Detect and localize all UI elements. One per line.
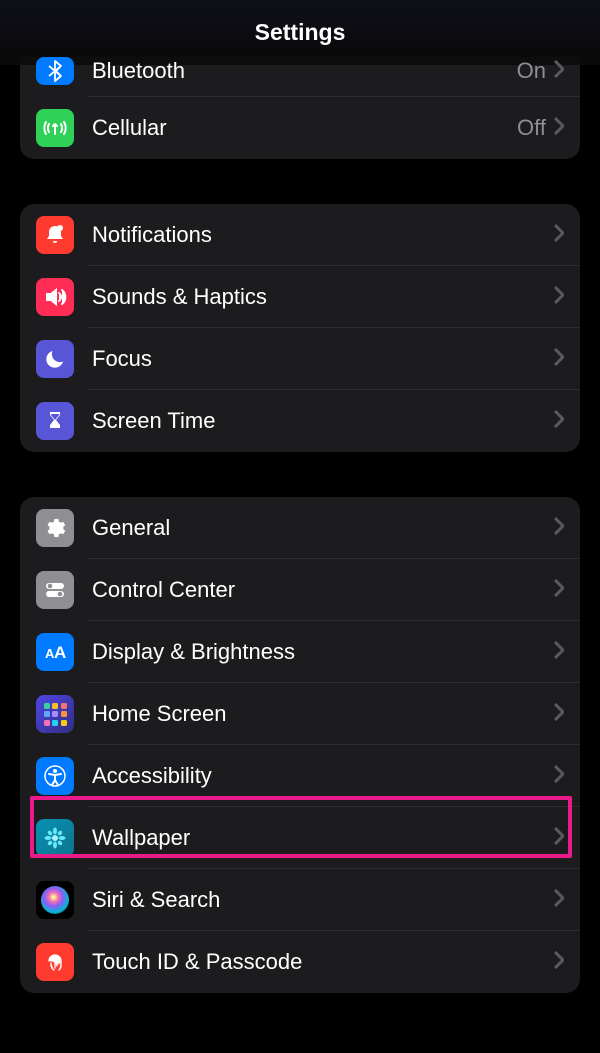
settings-header: Settings [0,0,600,65]
moon-icon [36,340,74,378]
home-grid-icon [36,695,74,733]
chevron-right-icon [554,117,564,139]
row-label: Notifications [92,222,554,248]
row-controlcenter[interactable]: Control Center [20,559,580,621]
chevron-right-icon [554,286,564,308]
row-label: Bluetooth [92,58,517,84]
row-touchid[interactable]: Touch ID & Passcode [20,931,580,993]
speaker-icon [36,278,74,316]
row-label: Cellular [92,115,517,141]
chevron-right-icon [554,579,564,601]
row-label: General [92,515,554,541]
chevron-right-icon [554,703,564,725]
fingerprint-icon [36,943,74,981]
svg-text:A: A [54,643,66,662]
row-wallpaper[interactable]: Wallpaper [20,807,580,869]
chevron-right-icon [554,765,564,787]
hourglass-icon [36,402,74,440]
settings-scroll[interactable]: Bluetooth On Cellular Off Notifications [0,57,600,993]
row-label: Accessibility [92,763,554,789]
row-label: Display & Brightness [92,639,554,665]
row-label: Siri & Search [92,887,554,913]
accessibility-icon [36,757,74,795]
bell-icon [36,216,74,254]
row-bluetooth[interactable]: Bluetooth On [20,57,580,97]
row-accessibility[interactable]: Accessibility [20,745,580,807]
chevron-right-icon [554,827,564,849]
cellular-icon [36,109,74,147]
row-siri[interactable]: Siri & Search [20,869,580,931]
row-focus[interactable]: Focus [20,328,580,390]
chevron-right-icon [554,517,564,539]
chevron-right-icon [554,348,564,370]
row-sounds[interactable]: Sounds & Haptics [20,266,580,328]
row-display[interactable]: AA Display & Brightness [20,621,580,683]
row-value: On [517,58,546,84]
chevron-right-icon [554,410,564,432]
row-label: Screen Time [92,408,554,434]
row-homescreen[interactable]: Home Screen [20,683,580,745]
section-general: General Control Center AA Display & Brig… [20,497,580,993]
row-label: Control Center [92,577,554,603]
chevron-right-icon [554,60,564,82]
chevron-right-icon [554,951,564,973]
row-label: Wallpaper [92,825,554,851]
text-size-icon: AA [36,633,74,671]
row-label: Focus [92,346,554,372]
wallpaper-icon [36,819,74,857]
row-cellular[interactable]: Cellular Off [20,97,580,159]
row-label: Touch ID & Passcode [92,949,554,975]
gear-icon [36,509,74,547]
chevron-right-icon [554,889,564,911]
row-value: Off [517,115,546,141]
row-notifications[interactable]: Notifications [20,204,580,266]
toggles-icon [36,571,74,609]
row-general[interactable]: General [20,497,580,559]
chevron-right-icon [554,224,564,246]
section-alerts: Notifications Sounds & Haptics Focus Scr… [20,204,580,452]
section-connectivity: Bluetooth On Cellular Off [20,57,580,159]
bluetooth-icon [36,57,74,85]
row-label: Home Screen [92,701,554,727]
row-screentime[interactable]: Screen Time [20,390,580,452]
page-title: Settings [255,19,346,46]
row-label: Sounds & Haptics [92,284,554,310]
siri-icon [36,881,74,919]
chevron-right-icon [554,641,564,663]
